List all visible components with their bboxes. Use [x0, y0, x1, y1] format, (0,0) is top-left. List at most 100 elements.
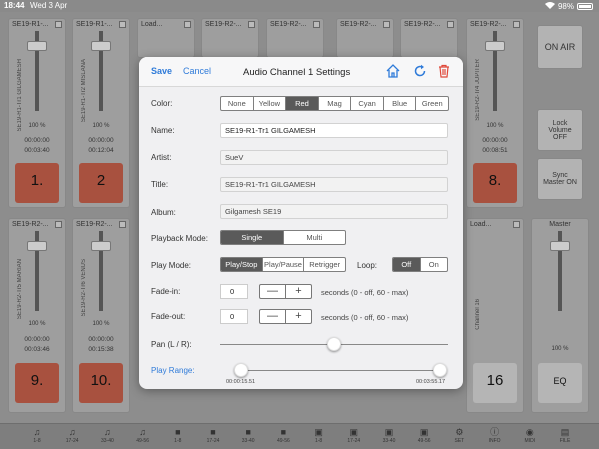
play-mode-option-play-stop[interactable]: Play/Stop	[221, 258, 263, 271]
tab-label: 1-8	[174, 438, 182, 444]
name-field[interactable]: SE19-R1-Tr1 GILGAMESH	[220, 123, 448, 138]
channel-strip-3[interactable]: Load...	[137, 18, 195, 58]
tab-5[interactable]: ■ 17-24	[198, 427, 228, 444]
cancel-button[interactable]: Cancel	[183, 66, 211, 76]
channel-strip-6[interactable]: SE19-R2-...	[336, 18, 394, 58]
fade-out-input[interactable]: 0	[220, 309, 248, 324]
fade-in-stepper[interactable]: — +	[259, 284, 312, 299]
strip-select-box[interactable]	[248, 21, 255, 28]
fader-knob[interactable]	[27, 241, 47, 251]
fade-out-decrement[interactable]: —	[260, 310, 286, 323]
loop-option-on[interactable]: On	[421, 258, 448, 271]
title-field: SE19-R1-Tr1 GILGAMESH	[220, 177, 448, 192]
tab-1[interactable]: ♫ 17-24	[57, 427, 87, 444]
strip-select-box[interactable]	[513, 21, 520, 28]
trash-icon[interactable]	[437, 64, 451, 83]
on-air-button[interactable]: ON AIR	[537, 25, 583, 69]
tab-9[interactable]: ▣ 17-24	[339, 427, 369, 444]
color-option-green[interactable]: Green	[416, 97, 448, 110]
tab-icon: ♫	[68, 427, 76, 437]
channel-strip-9[interactable]: SE19-R2-... SE19-R2-Tr5 MARIAN 100 % 00:…	[8, 218, 66, 413]
channel-strip-1[interactable]: SE19-R1-... SE19-R1-Tr1 GILGAMESH 100 % …	[8, 18, 66, 208]
strip-vertical-label: Channel 16	[475, 299, 481, 330]
tab-12[interactable]: ⚙ SET	[444, 427, 474, 444]
strip-select-box[interactable]	[513, 221, 520, 228]
sync-master-button[interactable]: Sync Master ON	[537, 158, 583, 200]
strip-play-pad[interactable]: 8.	[473, 163, 517, 203]
color-option-none[interactable]: None	[221, 97, 254, 110]
strip-select-box[interactable]	[313, 21, 320, 28]
loop-option-off[interactable]: Off	[393, 258, 421, 271]
channel-strip-10[interactable]: SE19-R2-... SE19-R2-Tr6 VENUS 100 % 00:0…	[72, 218, 130, 413]
refresh-icon[interactable]	[413, 64, 427, 83]
eq-button[interactable]: EQ	[538, 363, 582, 403]
channel-strip-8[interactable]: SE19-R2-... SE19-R2-Tr4 JUPITER 100 % 00…	[466, 18, 524, 208]
strip-play-pad[interactable]: 16	[473, 363, 517, 403]
wifi-icon	[544, 1, 555, 11]
tab-0[interactable]: ♫ 1-8	[22, 427, 52, 444]
tab-3[interactable]: ♫ 49-56	[128, 427, 158, 444]
fade-in-decrement[interactable]: —	[260, 285, 286, 298]
tab-11[interactable]: ▣ 49-56	[409, 427, 439, 444]
audio-channel-settings-dialog: Save Cancel Audio Channel 1 Settings Col…	[139, 57, 463, 389]
fader-knob[interactable]	[27, 41, 47, 51]
color-option-red[interactable]: Red	[286, 97, 319, 110]
tab-7[interactable]: ■ 49-56	[268, 427, 298, 444]
color-option-cyan[interactable]: Cyan	[351, 97, 384, 110]
channel-strip-2[interactable]: SE19-R1-... SE19-R1-Tr2 MISLANA 100 % 00…	[72, 18, 130, 208]
pan-slider-thumb[interactable]	[327, 337, 341, 351]
play-range-start-thumb[interactable]	[234, 363, 248, 377]
fade-in-input[interactable]: 0	[220, 284, 248, 299]
master-strip[interactable]: Master 100 % EQ	[531, 218, 589, 413]
channel-strip-16[interactable]: Load... Channel 16 16	[466, 218, 524, 413]
strip-play-pad[interactable]: 2	[79, 163, 123, 203]
play-mode-option-retrigger[interactable]: Retrigger	[304, 258, 345, 271]
channel-strip-5[interactable]: SE19-R2-...	[266, 18, 324, 58]
strip-play-pad[interactable]: 1.	[15, 163, 59, 203]
tab-6[interactable]: ■ 33-40	[233, 427, 263, 444]
fade-in-increment[interactable]: +	[286, 285, 311, 298]
playback-option-multi[interactable]: Multi	[284, 231, 346, 244]
tab-15[interactable]: ▤ FILE	[550, 427, 580, 444]
play-range-end-thumb[interactable]	[433, 363, 447, 377]
master-percent: 100 %	[551, 346, 569, 352]
strip-select-box[interactable]	[119, 21, 126, 28]
playback-option-single[interactable]: Single	[221, 231, 284, 244]
fader-knob[interactable]	[91, 41, 111, 51]
tab-label: 17-24	[347, 438, 361, 444]
tab-2[interactable]: ♫ 33-40	[92, 427, 122, 444]
save-button[interactable]: Save	[151, 66, 172, 76]
lock-volume-button[interactable]: Lock Volume OFF	[537, 109, 583, 151]
channel-strip-4[interactable]: SE19-R2-...	[201, 18, 259, 58]
channel-strip-7[interactable]: SE19-R2-...	[400, 18, 458, 58]
color-option-yellow[interactable]: Yellow	[254, 97, 287, 110]
home-icon[interactable]	[386, 64, 400, 83]
tab-14[interactable]: ◉ MIDI	[515, 427, 545, 444]
fade-out-increment[interactable]: +	[286, 310, 311, 323]
color-option-blue[interactable]: Blue	[384, 97, 417, 110]
fader-knob[interactable]	[91, 241, 111, 251]
strip-select-box[interactable]	[184, 21, 191, 28]
master-fader-knob[interactable]	[550, 241, 570, 251]
strip-play-pad[interactable]: 10.	[79, 363, 123, 403]
strip-select-box[interactable]	[119, 221, 126, 228]
tab-icon: ▣	[314, 427, 323, 437]
tab-10[interactable]: ▣ 33-40	[374, 427, 404, 444]
fader-knob[interactable]	[485, 41, 505, 51]
fade-out-stepper[interactable]: — +	[259, 309, 312, 324]
album-field: Gilgamesh SE19	[220, 204, 448, 219]
tab-13[interactable]: ⓘ INFO	[480, 427, 510, 444]
strip-select-box[interactable]	[55, 221, 62, 228]
play-mode-option-play-pause[interactable]: Play/Pause	[263, 258, 305, 271]
strip-play-pad[interactable]: 9.	[15, 363, 59, 403]
tab-icon: ■	[175, 427, 181, 437]
play-range-track[interactable]	[239, 370, 440, 371]
strip-select-box[interactable]	[383, 21, 390, 28]
color-option-mag[interactable]: Mag	[319, 97, 352, 110]
strip-percent: 100 %	[28, 321, 46, 327]
tab-4[interactable]: ■ 1-8	[163, 427, 193, 444]
tab-8[interactable]: ▣ 1-8	[304, 427, 334, 444]
strip-select-box[interactable]	[447, 21, 454, 28]
strip-title: SE19-R1-...	[76, 21, 113, 28]
strip-select-box[interactable]	[55, 21, 62, 28]
